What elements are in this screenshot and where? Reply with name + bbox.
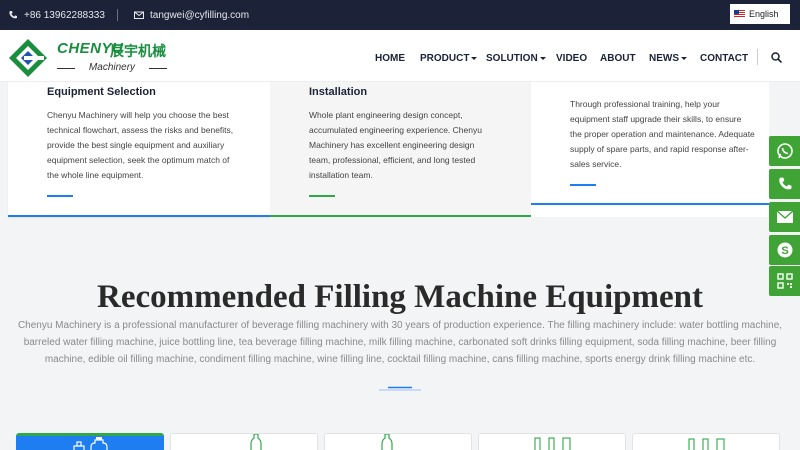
bottle-icon xyxy=(381,434,393,450)
email-address: tangwei@cyfilling.com xyxy=(150,9,250,21)
product-tile-juice[interactable] xyxy=(170,433,318,450)
chevron-down-icon xyxy=(539,56,546,60)
nav-video[interactable]: VIDEO xyxy=(556,51,587,65)
phone-icon xyxy=(778,177,791,190)
language-label: English xyxy=(749,9,779,19)
section-divider xyxy=(379,386,421,391)
bottles-icon xyxy=(534,437,571,450)
product-tile-barreled-water[interactable] xyxy=(16,433,164,450)
nav-contact[interactable]: CONTACT xyxy=(700,51,748,65)
email-contact[interactable]: tangwei@cyfilling.com xyxy=(134,9,249,21)
phone-button[interactable] xyxy=(769,169,800,199)
service-card-selection: Equipment Selection Chenyu Machinery wil… xyxy=(8,82,270,217)
section-title: Recommended Filling Machine Equipment xyxy=(97,279,703,315)
logo-subtitle: Machinery xyxy=(57,62,167,73)
card-accent-bar xyxy=(309,195,335,197)
bottle-icon xyxy=(250,434,262,450)
card-text: Chenyu Machinery will help you choose th… xyxy=(47,110,234,180)
section-description: Chenyu Machinery is a professional manuf… xyxy=(17,320,783,365)
nav-product[interactable]: PRODUCT xyxy=(420,51,478,65)
email-button[interactable] xyxy=(769,202,800,232)
product-tile-carbonated[interactable] xyxy=(324,433,472,450)
mail-icon xyxy=(134,11,144,19)
bottles-icon xyxy=(688,438,725,450)
nav-home[interactable]: HOME xyxy=(375,51,405,65)
nav-label: ABOUT xyxy=(600,52,636,64)
topbar-divider xyxy=(117,9,118,21)
card-title: Installation xyxy=(309,86,368,98)
nav-label: SOLUTION xyxy=(486,52,538,64)
nav-solution[interactable]: SOLUTION xyxy=(486,51,546,65)
product-tile-beer[interactable] xyxy=(478,433,626,450)
nav-divider xyxy=(757,49,758,65)
skype-button[interactable]: S xyxy=(769,235,800,265)
product-tile-oil[interactable] xyxy=(632,433,780,450)
us-flag-icon xyxy=(734,10,745,18)
nav-label: VIDEO xyxy=(556,52,588,64)
card-text: Whole plant engineering design concept, … xyxy=(309,110,482,180)
nav-label: HOME xyxy=(375,52,405,64)
logo-icon[interactable] xyxy=(8,38,48,78)
mail-icon xyxy=(776,210,793,223)
card-bottom-border xyxy=(8,215,270,217)
qrcode-icon xyxy=(776,273,793,289)
nav-label: PRODUCT xyxy=(420,52,470,64)
whatsapp-button[interactable] xyxy=(769,136,800,166)
chevron-down-icon xyxy=(681,56,687,60)
nav-label: CONTACT xyxy=(700,52,749,64)
nav-label: NEWS xyxy=(649,52,679,64)
logo-brand-cn: 辰宇机械 xyxy=(110,43,166,59)
top-bar: +86 13962288333 tangwei@cyfilling.com En… xyxy=(0,0,800,30)
svg-text:S: S xyxy=(781,245,788,257)
language-selector[interactable]: English xyxy=(730,4,790,24)
phone-contact[interactable]: +86 13962288333 xyxy=(8,9,105,21)
phone-icon xyxy=(9,11,17,19)
card-bottom-border xyxy=(531,203,769,205)
site-header: CHENYU 辰宇机械 Machinery HOME PRODUCT SOLUT… xyxy=(0,30,800,82)
card-accent-bar xyxy=(47,195,73,197)
whatsapp-icon xyxy=(776,143,793,159)
card-accent-bar xyxy=(570,184,596,186)
chevron-down-icon xyxy=(471,56,478,60)
card-title: Equipment Selection xyxy=(47,86,156,98)
card-text: Through professional training, help your… xyxy=(570,99,755,169)
phone-number: +86 13962288333 xyxy=(24,9,105,21)
card-bottom-border xyxy=(270,215,531,217)
nav-about[interactable]: ABOUT xyxy=(600,51,636,65)
service-card-installation: Installation Whole plant engineering des… xyxy=(270,82,531,217)
search-icon[interactable] xyxy=(771,52,782,63)
nav-news[interactable]: NEWS xyxy=(649,51,687,65)
water-barrel-icon xyxy=(73,437,108,450)
skype-icon: S xyxy=(777,242,792,258)
qrcode-button[interactable] xyxy=(769,266,800,296)
service-card-training: Through professional training, help your… xyxy=(531,82,769,217)
